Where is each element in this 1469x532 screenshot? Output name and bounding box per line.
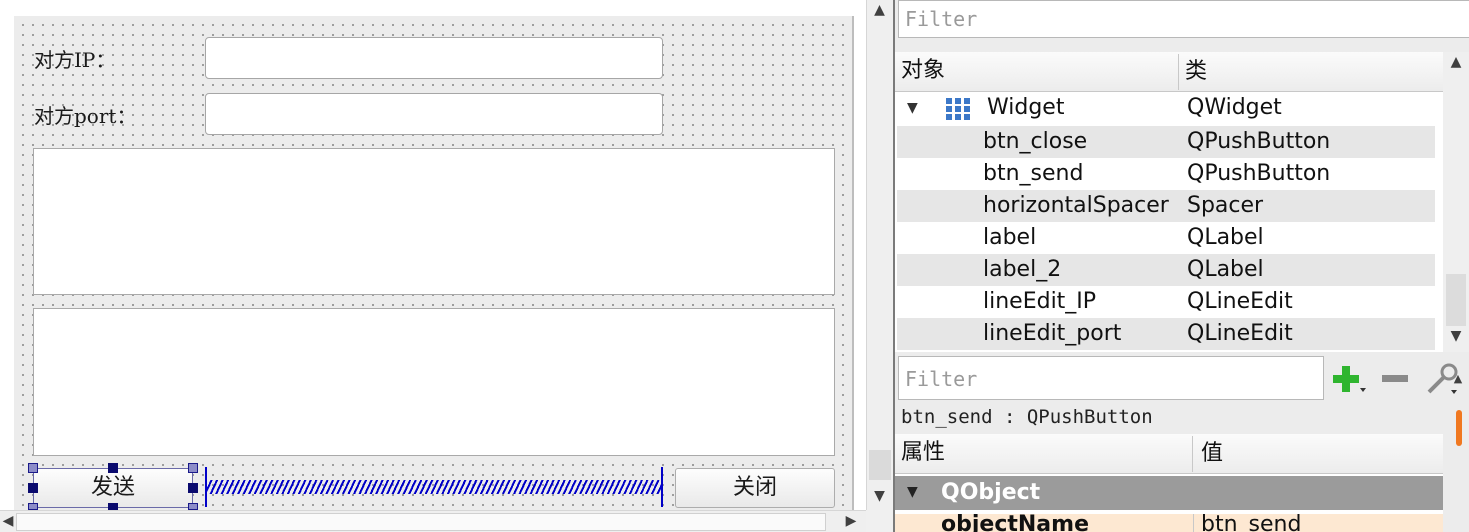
header-separator xyxy=(1178,54,1179,90)
resize-handle-br[interactable] xyxy=(188,503,198,510)
scroll-indicator[interactable] xyxy=(1456,410,1462,446)
resize-handle-tl[interactable] xyxy=(28,463,38,473)
scroll-down-arrow-icon[interactable]: ▼ xyxy=(867,486,892,508)
property-table: 属性 值 ▼ QObject objectName btn_send xyxy=(895,434,1443,532)
property-name: objectName xyxy=(941,514,1089,532)
tree-item-class: Spacer xyxy=(1187,193,1264,218)
group-row-qobject[interactable]: ▼ QObject xyxy=(895,476,1443,510)
column-object[interactable]: 对象 xyxy=(901,58,945,83)
property-scrollbar[interactable]: ▲ xyxy=(1447,372,1469,452)
scroll-up-arrow-icon[interactable]: ▲ xyxy=(1451,372,1465,386)
send-text-area[interactable] xyxy=(33,308,835,456)
canvas-vertical-scrollbar[interactable]: ▲ ▼ xyxy=(866,0,892,510)
right-dock: Filter 对象 类 ▼ Widget QWidget btn_close Q… xyxy=(893,0,1469,532)
form-canvas: 对方IP： 对方port： 发送 关闭 xyxy=(0,0,866,510)
tree-item-class: QLineEdit xyxy=(1187,289,1293,314)
tree-item-name: label xyxy=(983,225,1037,250)
label-ip: 对方IP： xyxy=(34,48,116,72)
tree-row[interactable]: lineEdit_port QLineEdit xyxy=(897,318,1435,350)
object-tree-header: 对象 xyxy=(895,52,1443,92)
tree-item-name: btn_close xyxy=(983,129,1088,154)
resize-handle-tr[interactable] xyxy=(188,463,198,473)
receive-text-area[interactable] xyxy=(33,148,835,295)
spacer-right-bar xyxy=(661,467,663,507)
resize-handle-t[interactable] xyxy=(108,463,118,473)
scroll-thumb[interactable] xyxy=(869,450,891,480)
close-button[interactable]: 关闭 xyxy=(675,468,835,508)
lineedit-port[interactable] xyxy=(205,93,663,135)
property-row[interactable]: objectName btn_send xyxy=(895,514,1443,532)
remove-property-minus-icon[interactable] xyxy=(1379,364,1415,396)
scroll-up-arrow-icon[interactable]: ▲ xyxy=(1443,54,1469,76)
tree-row[interactable]: horizontalSpacer Spacer xyxy=(897,190,1435,222)
add-property-plus-icon[interactable] xyxy=(1331,364,1367,396)
tree-row[interactable]: lineEdit_IP QLineEdit xyxy=(897,286,1435,318)
resize-handle-bl[interactable] xyxy=(28,503,38,510)
object-filter-input[interactable]: Filter xyxy=(898,0,1469,38)
tree-item-name: lineEdit_IP xyxy=(983,289,1097,314)
column-class[interactable]: 类 xyxy=(1185,52,1207,92)
grid-layout-icon xyxy=(946,98,970,120)
tree-row[interactable]: label QLabel xyxy=(897,222,1435,254)
resize-handle-b[interactable] xyxy=(108,503,118,510)
label-port: 对方port： xyxy=(34,104,137,128)
resize-handle-l[interactable] xyxy=(28,483,38,493)
property-table-header: 属性 xyxy=(895,434,1443,474)
tree-item-class: QLineEdit xyxy=(1187,321,1293,346)
header-separator xyxy=(1192,436,1193,472)
tree-row[interactable]: btn_send QPushButton xyxy=(897,158,1435,190)
tree-item-class: QWidget xyxy=(1187,95,1282,120)
group-label: QObject xyxy=(941,480,1041,505)
scroll-up-arrow-icon[interactable]: ▲ xyxy=(867,0,892,22)
property-filter-input[interactable]: Filter xyxy=(898,356,1324,400)
tree-row[interactable]: label_2 QLabel xyxy=(897,254,1435,286)
tree-row-root[interactable]: ▼ Widget QWidget xyxy=(897,92,1435,124)
tree-item-class: QLabel xyxy=(1187,225,1264,250)
tree-item-class: QPushButton xyxy=(1187,161,1331,186)
canvas-horizontal-scrollbar[interactable]: ◀ ▶ xyxy=(0,510,866,532)
tree-row[interactable]: btn_close QPushButton xyxy=(897,126,1435,158)
tree-item-name: btn_send xyxy=(983,161,1084,186)
object-tree: 对象 类 ▼ Widget QWidget btn_close QPushBut… xyxy=(895,52,1443,352)
scroll-right-arrow-icon[interactable]: ▶ xyxy=(840,511,862,532)
resize-handle-r[interactable] xyxy=(188,483,198,493)
horizontal-spacer[interactable] xyxy=(205,480,663,494)
tree-item-name: label_2 xyxy=(983,257,1062,282)
column-value[interactable]: 值 xyxy=(1201,434,1223,474)
expand-arrow-icon[interactable]: ▼ xyxy=(907,92,918,124)
lineedit-ip[interactable] xyxy=(205,37,663,79)
selection-frame xyxy=(33,468,193,508)
scroll-left-arrow-icon[interactable]: ◀ xyxy=(0,511,16,532)
tree-item-name: horizontalSpacer xyxy=(983,193,1169,218)
tree-item-class: QPushButton xyxy=(1187,129,1331,154)
tree-item-name: Widget xyxy=(987,95,1065,120)
tree-vertical-scrollbar[interactable]: ▲ ▼ xyxy=(1443,52,1469,352)
tree-item-class: QLabel xyxy=(1187,257,1264,282)
scroll-thumb[interactable] xyxy=(1446,274,1466,326)
property-value: btn_send xyxy=(1201,514,1302,532)
collapse-arrow-icon[interactable]: ▼ xyxy=(907,484,918,500)
current-object-label: btn_send : QPushButton xyxy=(901,406,1153,428)
column-property[interactable]: 属性 xyxy=(901,440,945,465)
scroll-down-arrow-icon[interactable]: ▼ xyxy=(1443,328,1469,350)
tree-item-name: lineEdit_port xyxy=(983,321,1122,346)
scroll-h-thumb[interactable] xyxy=(16,513,826,531)
cell-separator xyxy=(1193,514,1194,532)
